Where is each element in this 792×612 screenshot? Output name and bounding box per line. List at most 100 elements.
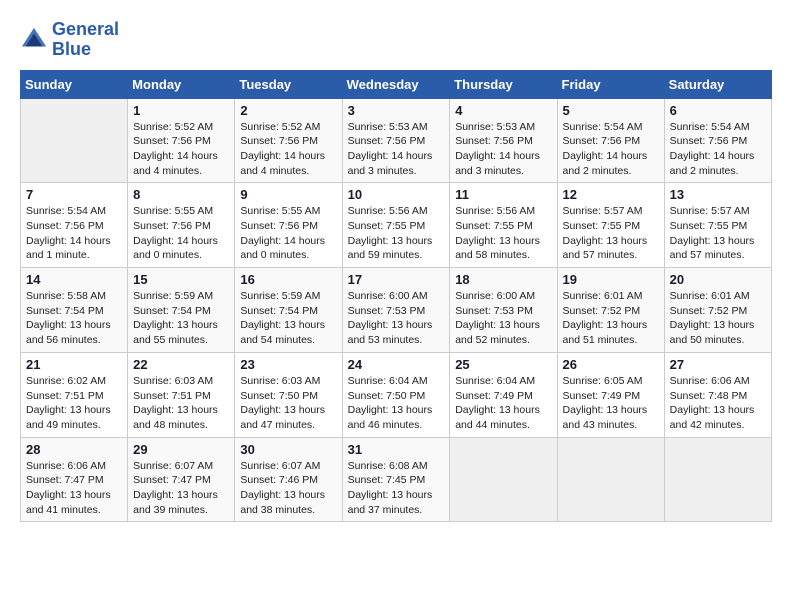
calendar-cell: 30 Sunrise: 6:07 AMSunset: 7:46 PMDayligh…: [235, 437, 342, 522]
cell-info: Sunrise: 5:58 AMSunset: 7:54 PMDaylight:…: [26, 289, 122, 348]
calendar-header: SundayMondayTuesdayWednesdayThursdayFrid…: [21, 70, 772, 98]
calendar-cell: 20 Sunrise: 6:01 AMSunset: 7:52 PMDayligh…: [664, 268, 771, 353]
day-number: 27: [670, 357, 766, 372]
cell-info: Sunrise: 5:55 AMSunset: 7:56 PMDaylight:…: [240, 204, 336, 263]
day-number: 19: [563, 272, 659, 287]
cell-info: Sunrise: 5:52 AMSunset: 7:56 PMDaylight:…: [133, 120, 229, 179]
day-number: 15: [133, 272, 229, 287]
calendar-cell: 31 Sunrise: 6:08 AMSunset: 7:45 PMDayligh…: [342, 437, 450, 522]
calendar-cell: 18 Sunrise: 6:00 AMSunset: 7:53 PMDayligh…: [450, 268, 557, 353]
calendar-week-row: 7 Sunrise: 5:54 AMSunset: 7:56 PMDaylight…: [21, 183, 772, 268]
calendar-week-row: 28Sunrise: 6:06 AMSunset: 7:47 PMDayligh…: [21, 437, 772, 522]
cell-info: Sunrise: 5:57 AMSunset: 7:55 PMDaylight:…: [563, 204, 659, 263]
day-number: 21: [26, 357, 122, 372]
calendar-cell: 21Sunrise: 6:02 AMSunset: 7:51 PMDayligh…: [21, 352, 128, 437]
calendar-cell: 13 Sunrise: 5:57 AMSunset: 7:55 PMDayligh…: [664, 183, 771, 268]
calendar-cell: 14 Sunrise: 5:58 AMSunset: 7:54 PMDayligh…: [21, 268, 128, 353]
calendar-week-row: 21Sunrise: 6:02 AMSunset: 7:51 PMDayligh…: [21, 352, 772, 437]
calendar-cell: 5 Sunrise: 5:54 AMSunset: 7:56 PMDaylight…: [557, 98, 664, 183]
day-number: 12: [563, 187, 659, 202]
calendar-cell: 3Sunrise: 5:53 AMSunset: 7:56 PMDaylight…: [342, 98, 450, 183]
cell-info: Sunrise: 5:56 AMSunset: 7:55 PMDaylight:…: [455, 204, 551, 263]
cell-info: Sunrise: 6:06 AMSunset: 7:48 PMDaylight:…: [670, 374, 766, 433]
calendar-cell: 12 Sunrise: 5:57 AMSunset: 7:55 PMDayligh…: [557, 183, 664, 268]
calendar-cell: [21, 98, 128, 183]
cell-info: Sunrise: 6:03 AMSunset: 7:51 PMDaylight:…: [133, 374, 229, 433]
calendar-cell: 26 Sunrise: 6:05 AMSunset: 7:49 PMDayligh…: [557, 352, 664, 437]
page-header: General Blue: [20, 20, 772, 60]
calendar-cell: 9 Sunrise: 5:55 AMSunset: 7:56 PMDaylight…: [235, 183, 342, 268]
calendar-cell: 10Sunrise: 5:56 AMSunset: 7:55 PMDayligh…: [342, 183, 450, 268]
cell-info: Sunrise: 6:05 AMSunset: 7:49 PMDaylight:…: [563, 374, 659, 433]
day-number: 14: [26, 272, 122, 287]
day-number: 13: [670, 187, 766, 202]
cell-info: Sunrise: 6:08 AMSunset: 7:45 PMDaylight:…: [348, 459, 445, 518]
day-number: 7: [26, 187, 122, 202]
calendar-body: 1Sunrise: 5:52 AMSunset: 7:56 PMDaylight…: [21, 98, 772, 522]
cell-info: Sunrise: 6:04 AMSunset: 7:49 PMDaylight:…: [455, 374, 551, 433]
calendar-table: SundayMondayTuesdayWednesdayThursdayFrid…: [20, 70, 772, 523]
cell-info: Sunrise: 6:00 AMSunset: 7:53 PMDaylight:…: [455, 289, 551, 348]
day-number: 11: [455, 187, 551, 202]
logo: General Blue: [20, 20, 119, 60]
calendar-cell: [450, 437, 557, 522]
day-number: 2: [240, 103, 336, 118]
cell-info: Sunrise: 5:53 AMSunset: 7:56 PMDaylight:…: [348, 120, 445, 179]
weekday-header: Wednesday: [342, 70, 450, 98]
day-number: 24: [348, 357, 445, 372]
weekday-header: Thursday: [450, 70, 557, 98]
cell-info: Sunrise: 6:01 AMSunset: 7:52 PMDaylight:…: [670, 289, 766, 348]
day-number: 5: [563, 103, 659, 118]
calendar-cell: 25 Sunrise: 6:04 AMSunset: 7:49 PMDayligh…: [450, 352, 557, 437]
calendar-week-row: 1Sunrise: 5:52 AMSunset: 7:56 PMDaylight…: [21, 98, 772, 183]
cell-info: Sunrise: 5:55 AMSunset: 7:56 PMDaylight:…: [133, 204, 229, 263]
cell-info: Sunrise: 6:00 AMSunset: 7:53 PMDaylight:…: [348, 289, 445, 348]
day-number: 16: [240, 272, 336, 287]
calendar-cell: 28Sunrise: 6:06 AMSunset: 7:47 PMDayligh…: [21, 437, 128, 522]
calendar-cell: 16 Sunrise: 5:59 AMSunset: 7:54 PMDayligh…: [235, 268, 342, 353]
calendar-cell: 22 Sunrise: 6:03 AMSunset: 7:51 PMDayligh…: [128, 352, 235, 437]
calendar-cell: [557, 437, 664, 522]
calendar-cell: 11 Sunrise: 5:56 AMSunset: 7:55 PMDayligh…: [450, 183, 557, 268]
day-number: 25: [455, 357, 551, 372]
day-number: 9: [240, 187, 336, 202]
day-number: 6: [670, 103, 766, 118]
day-number: 26: [563, 357, 659, 372]
calendar-cell: 1Sunrise: 5:52 AMSunset: 7:56 PMDaylight…: [128, 98, 235, 183]
cell-info: Sunrise: 5:54 AMSunset: 7:56 PMDaylight:…: [670, 120, 766, 179]
cell-info: Sunrise: 5:57 AMSunset: 7:55 PMDaylight:…: [670, 204, 766, 263]
cell-info: Sunrise: 5:54 AMSunset: 7:56 PMDaylight:…: [26, 204, 122, 263]
cell-info: Sunrise: 6:06 AMSunset: 7:47 PMDaylight:…: [26, 459, 122, 518]
day-number: 22: [133, 357, 229, 372]
calendar-cell: 6 Sunrise: 5:54 AMSunset: 7:56 PMDaylight…: [664, 98, 771, 183]
calendar-cell: 4Sunrise: 5:53 AMSunset: 7:56 PMDaylight…: [450, 98, 557, 183]
day-number: 31: [348, 442, 445, 457]
weekday-header: Monday: [128, 70, 235, 98]
calendar-cell: 23Sunrise: 6:03 AMSunset: 7:50 PMDayligh…: [235, 352, 342, 437]
calendar-cell: 19 Sunrise: 6:01 AMSunset: 7:52 PMDayligh…: [557, 268, 664, 353]
cell-info: Sunrise: 6:07 AMSunset: 7:47 PMDaylight:…: [133, 459, 229, 518]
day-number: 20: [670, 272, 766, 287]
calendar-week-row: 14 Sunrise: 5:58 AMSunset: 7:54 PMDayligh…: [21, 268, 772, 353]
cell-info: Sunrise: 6:07 AMSunset: 7:46 PMDaylight:…: [240, 459, 336, 518]
calendar-cell: [664, 437, 771, 522]
logo-text: General Blue: [52, 20, 119, 60]
weekday-header: Sunday: [21, 70, 128, 98]
day-number: 8: [133, 187, 229, 202]
cell-info: Sunrise: 5:54 AMSunset: 7:56 PMDaylight:…: [563, 120, 659, 179]
cell-info: Sunrise: 6:04 AMSunset: 7:50 PMDaylight:…: [348, 374, 445, 433]
day-number: 18: [455, 272, 551, 287]
day-number: 10: [348, 187, 445, 202]
cell-info: Sunrise: 5:59 AMSunset: 7:54 PMDaylight:…: [133, 289, 229, 348]
day-number: 30: [240, 442, 336, 457]
calendar-cell: 8 Sunrise: 5:55 AMSunset: 7:56 PMDaylight…: [128, 183, 235, 268]
day-number: 4: [455, 103, 551, 118]
calendar-cell: 24 Sunrise: 6:04 AMSunset: 7:50 PMDayligh…: [342, 352, 450, 437]
cell-info: Sunrise: 5:52 AMSunset: 7:56 PMDaylight:…: [240, 120, 336, 179]
cell-info: Sunrise: 6:01 AMSunset: 7:52 PMDaylight:…: [563, 289, 659, 348]
calendar-cell: 7 Sunrise: 5:54 AMSunset: 7:56 PMDaylight…: [21, 183, 128, 268]
weekday-header: Friday: [557, 70, 664, 98]
cell-info: Sunrise: 5:59 AMSunset: 7:54 PMDaylight:…: [240, 289, 336, 348]
weekday-row: SundayMondayTuesdayWednesdayThursdayFrid…: [21, 70, 772, 98]
calendar-cell: 2 Sunrise: 5:52 AMSunset: 7:56 PMDaylight…: [235, 98, 342, 183]
